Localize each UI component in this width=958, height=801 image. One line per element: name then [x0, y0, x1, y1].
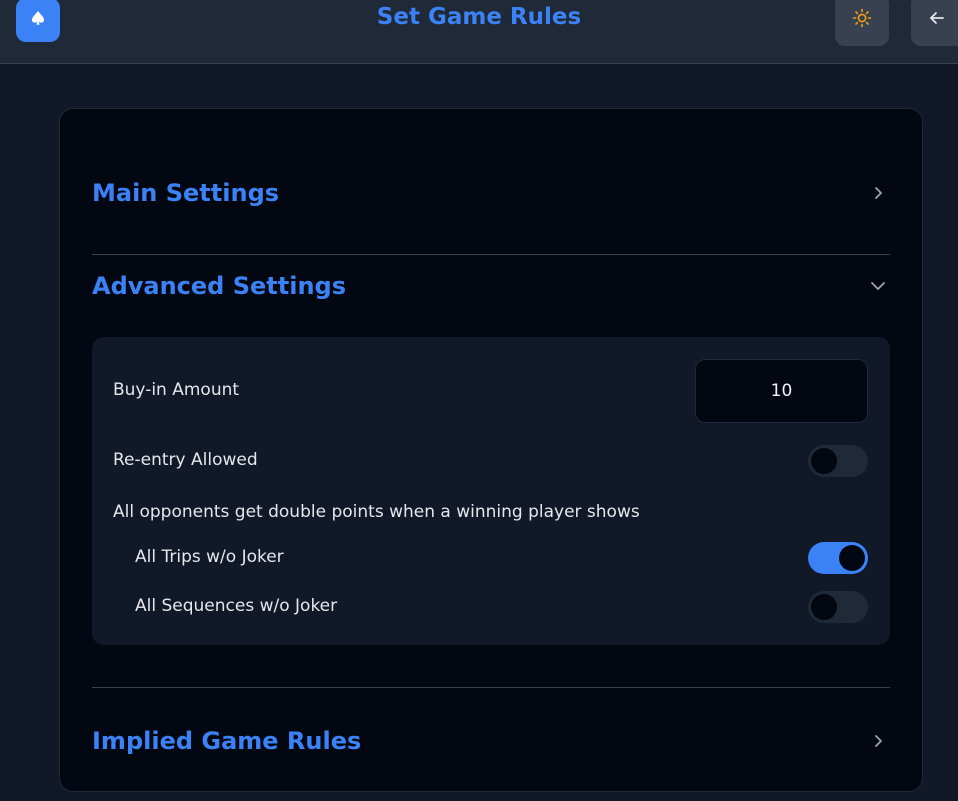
sequences-toggle[interactable]: [808, 591, 868, 623]
sequences-label: All Sequences w/o Joker: [135, 596, 338, 616]
buy-in-label: Buy-in Amount: [113, 380, 240, 400]
rules-card: Main Settings Advanced Settings Buy-in A…: [59, 108, 923, 792]
theme-toggle-button[interactable]: [835, 0, 889, 46]
section-divider: [92, 687, 890, 688]
trips-label: All Trips w/o Joker: [135, 547, 284, 567]
buy-in-input[interactable]: [695, 359, 868, 423]
arrow-left-icon: [928, 9, 946, 31]
implied-rules-header[interactable]: Implied Game Rules: [92, 716, 890, 766]
section-divider: [92, 254, 890, 255]
reentry-label: Re-entry Allowed: [113, 450, 258, 470]
chevron-down-icon: [866, 274, 890, 298]
advanced-settings-panel: Buy-in Amount Re-entry Allowed All oppon…: [92, 337, 890, 645]
toggle-knob: [811, 448, 837, 474]
toggle-knob: [811, 594, 837, 620]
main-settings-title: Main Settings: [92, 179, 280, 207]
double-points-heading: All opponents get double points when a w…: [113, 502, 640, 522]
top-bar: Set Game Rules: [0, 0, 958, 64]
chevron-right-icon: [866, 729, 890, 753]
toggle-knob: [839, 545, 865, 571]
advanced-settings-header[interactable]: Advanced Settings: [92, 261, 890, 311]
chevron-right-icon: [866, 181, 890, 205]
back-button[interactable]: [911, 0, 958, 46]
page-title: Set Game Rules: [376, 4, 582, 30]
main-settings-header[interactable]: Main Settings: [92, 168, 890, 218]
advanced-settings-title: Advanced Settings: [92, 272, 347, 300]
reentry-toggle[interactable]: [808, 445, 868, 477]
sun-icon: [852, 8, 872, 32]
trips-toggle[interactable]: [808, 542, 868, 574]
implied-rules-title: Implied Game Rules: [92, 727, 362, 755]
